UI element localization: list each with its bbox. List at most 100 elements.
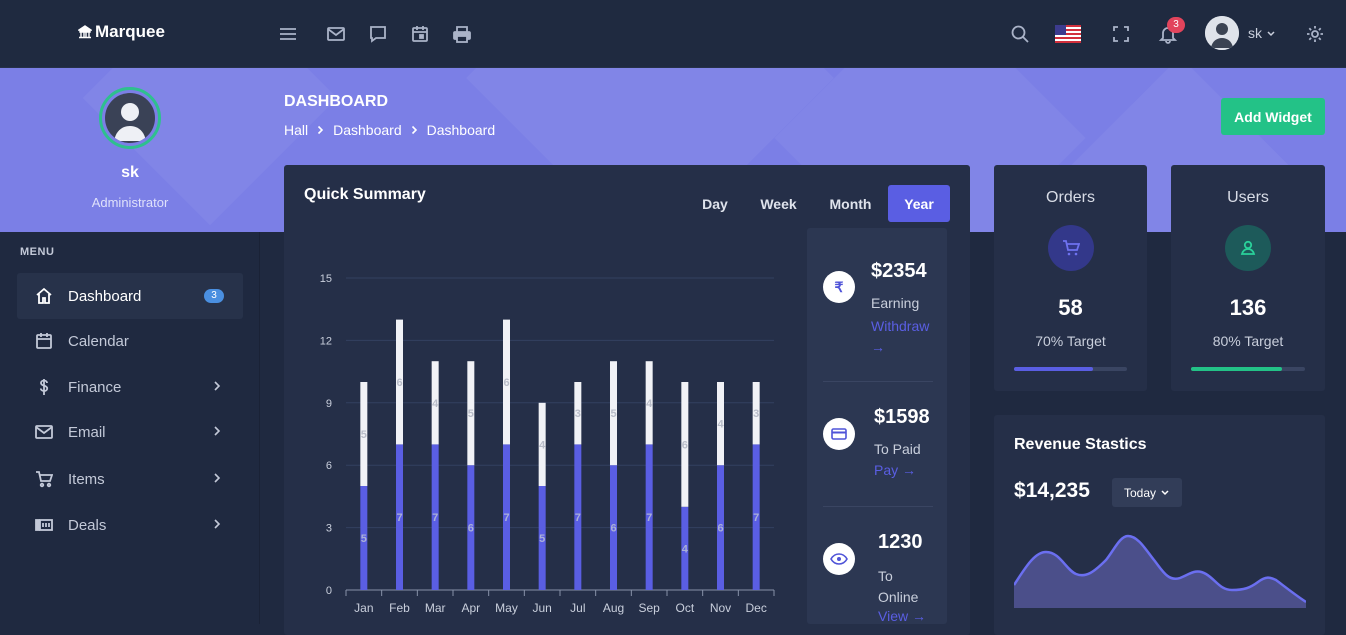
bar-data-label: 6 [396,377,402,389]
x-tick-label: Aug [603,601,624,615]
x-tick-label: Feb [389,601,410,615]
x-tick-label: Jun [532,601,551,615]
tab-week[interactable]: Week [750,185,807,222]
orders-target: 70% Target [1035,333,1106,349]
bar-data-label: 7 [503,512,509,524]
revenue-title: Revenue Stastics [1014,436,1147,453]
period-select-value: Today [1123,485,1157,500]
menu-title: MENU [20,246,55,258]
top-bar: Marquee 3 sk [0,0,1346,68]
user-name: sk [1248,25,1262,41]
quick-summary-title: Quick Summary [304,186,426,203]
bar-data-label: 5 [610,408,616,420]
sidebar-item-label: Calendar [68,332,129,350]
y-tick-label: 15 [320,273,332,285]
bar-data-label: 6 [717,523,723,535]
sidebar-item-label: Email [68,423,106,441]
sidebar-item-calendar[interactable]: Calendar [17,318,243,364]
sidebar-item-finance[interactable]: Finance [17,364,243,410]
tab-month[interactable]: Month [818,185,883,222]
profile-role: Administrator [91,195,169,210]
bar-data-label: 7 [753,512,759,524]
chevron-right-icon [214,473,221,483]
mail-icon [35,423,53,441]
x-tick-label: Jan [354,601,373,615]
users-title: Users [1227,189,1269,206]
withdraw-link[interactable]: Withdraw → [871,316,941,358]
revenue-value: $14,235 [1014,479,1090,502]
bar-data-label: 6 [503,377,509,389]
profile-avatar[interactable] [99,87,161,149]
breadcrumb-item[interactable]: Dashboard [333,122,402,138]
calendar-icon [35,332,53,350]
view-link[interactable]: View → [878,608,926,624]
bar-data-label: 7 [575,512,581,524]
chevron-down-icon [1267,31,1275,37]
bar-data-label: 6 [682,439,688,451]
breadcrumb: Hall Dashboard Dashboard [284,122,495,138]
sidebar-item-email[interactable]: Email [17,409,243,455]
to-paid-value: $1598 [874,406,930,428]
sidebar-item-label: Deals [68,516,107,534]
period-select[interactable]: Today [1112,478,1182,507]
card-icon [823,418,855,450]
y-tick-label: 3 [326,523,332,535]
x-tick-label: Jul [570,601,585,615]
cart-icon [1048,225,1094,271]
users-target: 80% Target [1212,333,1284,349]
orders-value: 58 [1058,295,1083,320]
gear-icon[interactable] [1303,22,1327,46]
tab-day[interactable]: Day [690,185,740,222]
profile-name: sk [121,164,139,181]
users-value: 136 [1229,295,1267,320]
sidebar-item-deals[interactable]: Deals [17,502,243,548]
earning-value: $2354 [871,260,927,282]
search-icon[interactable] [1008,22,1032,46]
sidebar-item-label: Items [68,470,105,488]
menu-toggle-icon[interactable] [276,22,300,46]
y-tick-label: 0 [326,585,332,597]
bar-data-label: 3 [575,408,581,420]
orders-progress-fill [1014,367,1094,371]
avatar[interactable] [1205,16,1239,50]
to-paid-label: To Paid [874,441,921,457]
bar-data-label: 7 [396,512,402,524]
chevron-right-icon [318,125,324,135]
online-value: 1230 [878,531,923,553]
us-flag-icon[interactable] [1055,22,1081,46]
printer-icon[interactable] [450,22,474,46]
mail-icon[interactable] [324,22,348,46]
user-menu[interactable]: sk [1248,25,1276,41]
chevron-right-icon [214,381,221,391]
orders-progress [1014,367,1127,371]
brand-logo[interactable]: Marquee [78,22,165,42]
brand-name: Marquee [95,22,165,41]
tab-year[interactable]: Year [888,185,950,222]
dashboard-badge: 3 [204,289,224,303]
dollar-icon [35,378,53,396]
calendar-icon[interactable] [408,22,432,46]
bar-data-label: 4 [432,398,439,410]
sidebar-item-label: Dashboard [68,287,142,305]
bar-data-label: 5 [361,533,367,545]
user-icon [1225,225,1271,271]
bar-data-label: 5 [361,429,367,441]
revenue-area-chart [1014,534,1306,608]
bar-data-label: 7 [646,512,652,524]
add-widget-button[interactable]: Add Widget [1221,98,1325,135]
breadcrumb-item[interactable]: Hall [284,122,308,138]
y-tick-label: 12 [320,335,332,347]
sidebar-item-label: Finance [68,378,122,396]
notification-badge: 3 [1167,17,1185,33]
sidebar-item-items[interactable]: Items [17,456,243,502]
revenue-area [1014,536,1306,608]
x-tick-label: Dec [745,601,766,615]
sidebar-item-dashboard[interactable]: Dashboard 3 [17,273,243,319]
chevron-right-icon [214,426,221,436]
chat-icon[interactable] [366,22,390,46]
fullscreen-icon[interactable] [1109,22,1133,46]
pay-link[interactable]: Pay → [874,462,916,478]
bar-data-label: 3 [753,408,759,420]
page-title: DASHBOARD [284,93,388,110]
home-icon [35,287,53,305]
